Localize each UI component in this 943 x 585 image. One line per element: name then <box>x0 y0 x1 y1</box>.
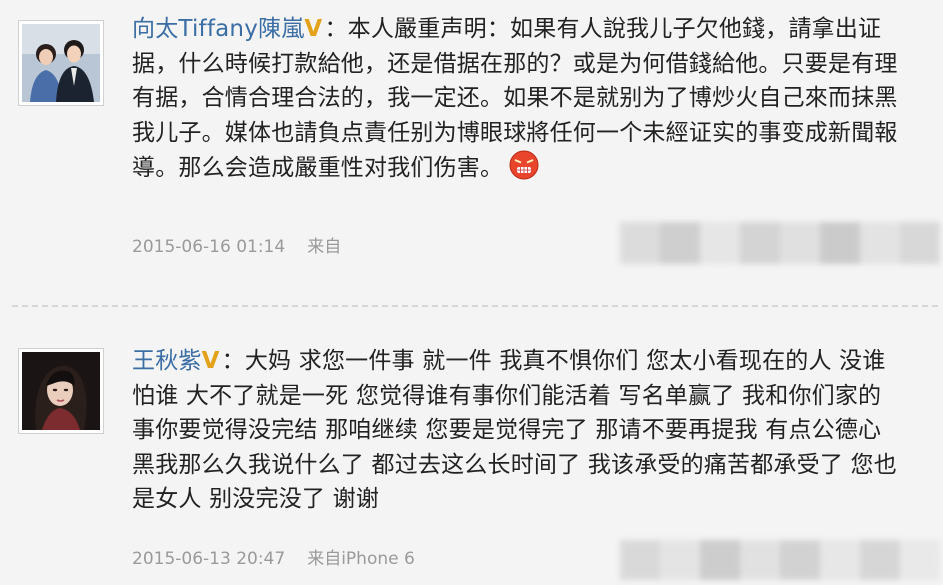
avatar[interactable] <box>18 20 104 106</box>
post-text-line: 有据，合情合理合法的，我一定还。如果不是就别为了博炒火自己來而抹黑 <box>132 85 898 111</box>
source-label: 来自 <box>307 237 342 257</box>
woman-portrait-icon <box>22 352 100 430</box>
angry-face-icon <box>509 150 539 180</box>
post-text-line: 我儿子。媒体也請負点責任别为博眼球將任何一个未經证实的事变成新聞報 <box>132 119 898 146</box>
avatar[interactable] <box>18 348 104 434</box>
weibo-feed: 向太Tiffany陳嵐V：本人嚴重声明：如果有人說我儿子欠他錢，請拿出证 据，什… <box>0 0 943 585</box>
post-meta: 2015-06-13 20:47 来自iPhone 6 <box>132 544 415 569</box>
separator: ： <box>324 16 348 42</box>
post-divider <box>12 305 938 307</box>
post-text-line: 黑我那么久我说什么了 都过去这么长时间了 我该承受的痛苦都承受了 您也 <box>132 451 897 478</box>
pixelated-area <box>620 540 940 580</box>
post-text-line: 導。那么会造成嚴重性对我们伤害。 <box>132 155 504 181</box>
timestamp-link[interactable]: 2015-06-16 01:14 <box>132 237 285 257</box>
source-link[interactable]: 来自iPhone 6 <box>307 549 415 569</box>
couple-photo-icon <box>22 24 100 102</box>
username-link[interactable]: 王秋紫 <box>132 348 202 374</box>
verified-badge-icon: V <box>201 348 220 374</box>
post-body: 向太Tiffany陳嵐V：本人嚴重声明：如果有人說我儿子欠他錢，請拿出证 据，什… <box>132 12 932 186</box>
verified-badge-icon: V <box>304 16 323 42</box>
pixelated-area <box>620 222 940 264</box>
post-body: 王秋紫V：大妈 求您一件事 就一件 我真不惧你们 您太小看现在的人 没谁 怕谁 … <box>132 344 932 517</box>
username-link[interactable]: 向太Tiffany陳嵐 <box>132 16 304 42</box>
post-text-line: 大妈 求您一件事 就一件 我真不惧你们 您太小看现在的人 没谁 <box>244 348 886 374</box>
post-meta: 2015-06-16 01:14 来自 <box>132 232 341 257</box>
post-text-line: 本人嚴重声明：如果有人說我儿子欠他錢，請拿出证 <box>347 16 882 42</box>
post-text-line: 事你要觉得没完结 那咱继续 您要是觉得完了 那请不要再提我 有点公德心 <box>132 417 882 443</box>
separator: ： <box>221 348 245 374</box>
timestamp-link[interactable]: 2015-06-13 20:47 <box>132 549 285 569</box>
weibo-post: 王秋紫V：大妈 求您一件事 就一件 我真不惧你们 您太小看现在的人 没谁 怕谁 … <box>0 322 943 585</box>
weibo-post: 向太Tiffany陳嵐V：本人嚴重声明：如果有人說我儿子欠他錢，請拿出证 据，什… <box>0 0 943 300</box>
post-text-line: 据，什么時候打款給他，还是借据在那的？或是为何借錢給他。只要是有理 <box>132 50 898 77</box>
post-text-line: 怕谁 大不了就是一死 您觉得谁有事你们能活着 写名单赢了 我和你们家的 <box>132 382 882 409</box>
post-text-line: 是女人 别没完没了 谢谢 <box>132 486 380 512</box>
